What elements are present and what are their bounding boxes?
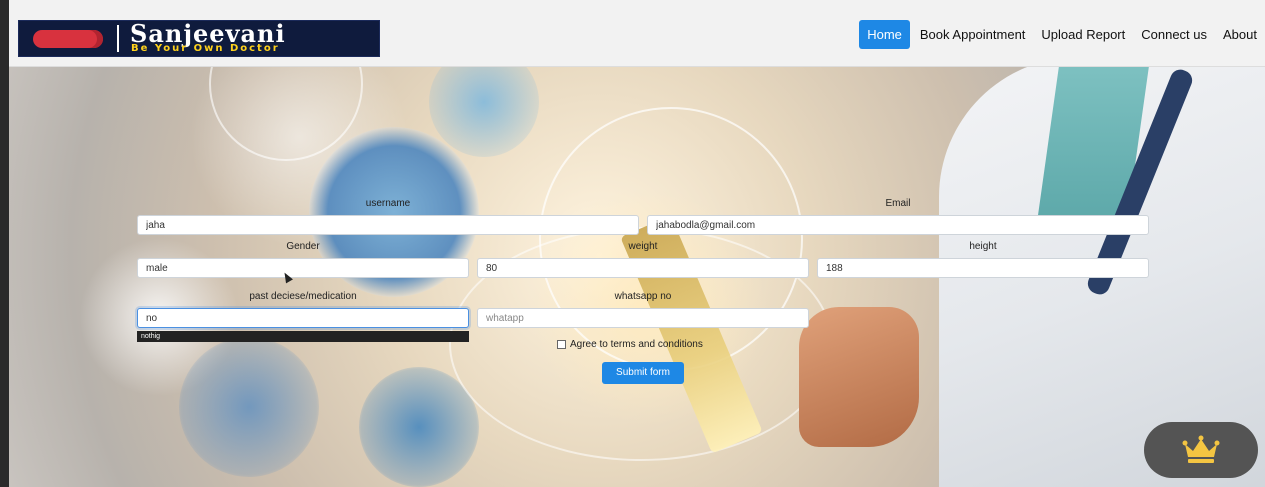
past-medication-label: past deciese/medication [249, 291, 357, 302]
premium-button[interactable] [1144, 422, 1258, 478]
agree-label: Agree to terms and conditions [570, 339, 703, 350]
height-label: height [969, 241, 997, 252]
nav-connect-us[interactable]: Connect us [1133, 20, 1215, 49]
gender-input[interactable] [137, 258, 469, 278]
nav-menu: Home Book Appointment Upload Report Conn… [859, 20, 1265, 49]
window-edge [0, 0, 9, 487]
logo-pill-icon [33, 30, 103, 48]
username-input[interactable] [137, 215, 639, 235]
whatsapp-label: whatsapp no [614, 291, 672, 302]
nav-book-appointment[interactable]: Book Appointment [912, 20, 1034, 49]
email-label: Email [885, 198, 911, 209]
logo-divider [117, 25, 119, 52]
gender-label: Gender [286, 241, 320, 252]
navbar: Sanjeevani Be Your Own Doctor Home Book … [9, 0, 1265, 67]
nav-about[interactable]: About [1215, 20, 1265, 49]
brand-logo[interactable]: Sanjeevani Be Your Own Doctor [18, 19, 380, 57]
height-input[interactable] [817, 258, 1149, 278]
agree-terms[interactable]: Agree to terms and conditions [557, 339, 703, 350]
bg-bubble [179, 337, 319, 477]
hero-background: username Email Gender weight height past… [9, 67, 1265, 487]
bg-hand [799, 307, 919, 447]
nav-upload-report[interactable]: Upload Report [1033, 20, 1133, 49]
whatsapp-input[interactable] [477, 308, 809, 328]
autocomplete-suggestion[interactable]: nothig [137, 331, 469, 342]
brand-tagline: Be Your Own Doctor [131, 43, 280, 54]
username-label: username [365, 198, 411, 209]
agree-checkbox[interactable] [557, 340, 566, 349]
weight-input[interactable] [477, 258, 809, 278]
email-input[interactable] [647, 215, 1149, 235]
nav-home[interactable]: Home [859, 20, 910, 49]
past-medication-input[interactable] [137, 308, 469, 328]
weight-label: weight [628, 241, 658, 252]
submit-button[interactable]: Submit form [602, 362, 684, 384]
crown-icon [1182, 435, 1220, 463]
